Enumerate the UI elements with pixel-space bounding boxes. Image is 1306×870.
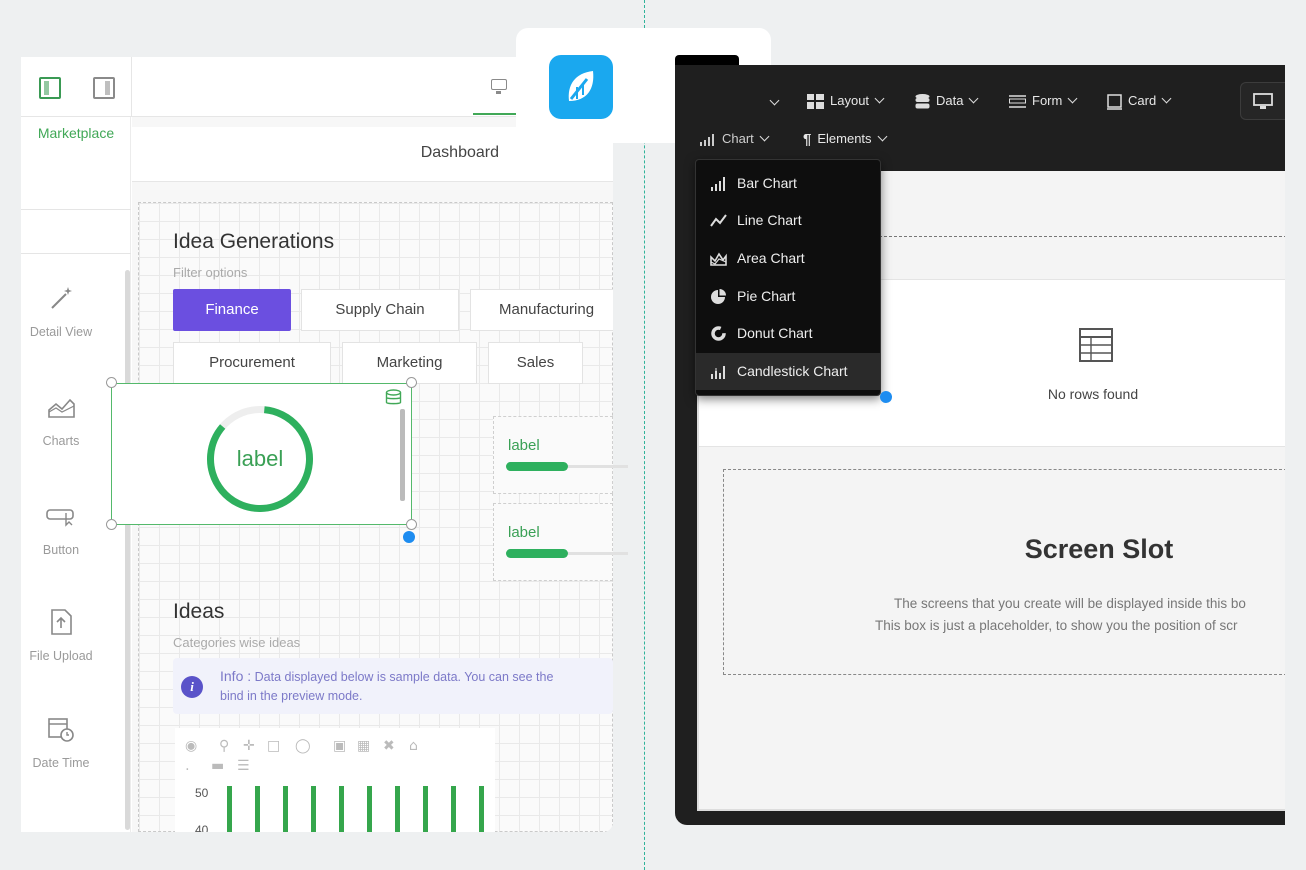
toolbar-card-menu[interactable]: Card bbox=[1107, 93, 1172, 110]
pilcrow-icon: ¶ bbox=[803, 131, 812, 149]
card-icon bbox=[1107, 93, 1122, 110]
menu-item-label: Donut Chart bbox=[737, 325, 813, 341]
chart-bar bbox=[423, 786, 428, 832]
menu-item-label: Candlestick Chart bbox=[737, 363, 848, 379]
menu-item-pie-chart[interactable]: Pie Chart bbox=[696, 278, 880, 315]
line-chart-icon bbox=[710, 214, 727, 227]
chart-bar bbox=[227, 786, 232, 832]
screen-slot-title: Screen Slot bbox=[1024, 534, 1174, 564]
menu-item-label: Line Chart bbox=[737, 212, 802, 228]
lasso-icon[interactable]: ◯ bbox=[295, 738, 311, 754]
menu-item-donut-chart[interactable]: Donut Chart bbox=[696, 315, 880, 352]
area-chart-icon bbox=[710, 252, 727, 266]
menu-item-candlestick-chart[interactable]: Candlestick Chart bbox=[696, 353, 880, 390]
drag-handle[interactable] bbox=[880, 391, 892, 403]
table-icon bbox=[1079, 328, 1113, 362]
chevron-down-icon bbox=[759, 131, 770, 142]
menu-item-line-chart[interactable]: Line Chart bbox=[696, 202, 880, 239]
zoom-out-icon[interactable]: ▦ bbox=[357, 738, 370, 754]
leaf-logo-icon bbox=[568, 71, 594, 101]
menu-item-label: Pie Chart bbox=[737, 288, 796, 304]
camera-icon[interactable]: ◉ bbox=[185, 738, 197, 754]
layout-grid-icon bbox=[807, 94, 824, 110]
toolbar-label: Form bbox=[1032, 93, 1063, 108]
bar-chart: ◉ ⚲ ✛ □ ◯ ▣ ▦ ✖ ⌂ ․ ▬ ☰ 50 40 bbox=[175, 728, 495, 832]
chevron-down-icon bbox=[969, 93, 979, 104]
chevron-down-icon bbox=[1067, 93, 1078, 104]
spike-icon[interactable]: ․ bbox=[185, 758, 190, 774]
chart-bar bbox=[283, 786, 288, 832]
menu-item-label: Bar Chart bbox=[737, 175, 797, 191]
monitor-icon bbox=[1253, 93, 1273, 109]
chart-bar bbox=[311, 786, 316, 832]
bar-chart-icon bbox=[700, 134, 714, 147]
toolbar-chart-menu[interactable]: Chart bbox=[699, 131, 770, 147]
toolbar-label: Data bbox=[936, 93, 964, 108]
home-icon[interactable]: ⌂ bbox=[409, 738, 418, 754]
box-select-icon[interactable]: □ bbox=[267, 738, 280, 754]
chart-bar bbox=[339, 786, 344, 832]
form-lines-icon bbox=[1009, 95, 1026, 108]
menu-item-label: Area Chart bbox=[737, 250, 805, 266]
menu-item-bar-chart[interactable]: Bar Chart bbox=[696, 165, 880, 202]
toolbar-label: Card bbox=[1128, 93, 1157, 108]
chart-bar bbox=[367, 786, 372, 832]
pie-chart-icon bbox=[711, 289, 726, 304]
chevron-down-icon bbox=[874, 93, 885, 104]
chart-bar bbox=[395, 786, 400, 832]
database-icon bbox=[915, 94, 930, 109]
desktop-preview-button[interactable] bbox=[1240, 82, 1285, 120]
first-brand-logo bbox=[549, 55, 613, 119]
zoom-in-icon[interactable]: ▣ bbox=[333, 738, 346, 754]
toolbar-layout-menu[interactable]: Layout bbox=[807, 93, 885, 110]
pan-icon[interactable]: ✛ bbox=[243, 738, 255, 754]
toolbar-label: Layout bbox=[830, 93, 870, 108]
chart-bar bbox=[255, 786, 260, 832]
chevron-down-icon[interactable] bbox=[769, 95, 780, 106]
y-tick-label: 40 bbox=[195, 823, 209, 832]
toolbar-label: Chart bbox=[722, 131, 754, 146]
chart-bar bbox=[451, 786, 456, 832]
chart-bar bbox=[479, 786, 484, 832]
screen-slot-line: The screens that you create will be disp… bbox=[894, 596, 1246, 611]
y-tick-label: 50 bbox=[195, 786, 209, 800]
chart-dropdown-menu: Bar Chart Line Chart Area Chart Pie Char… bbox=[695, 159, 881, 396]
bar-chart-icon bbox=[711, 177, 725, 191]
hover-compare-icon[interactable]: ☰ bbox=[237, 758, 250, 774]
screen-slot: Screen Slot The screens that you create … bbox=[723, 469, 1285, 675]
donut-chart-icon bbox=[711, 326, 726, 341]
toolbar-elements-menu[interactable]: ¶ Elements bbox=[803, 131, 887, 149]
chevron-down-icon bbox=[877, 131, 887, 142]
zoom-icon[interactable]: ⚲ bbox=[219, 738, 229, 754]
hover-closest-icon[interactable]: ▬ bbox=[211, 758, 224, 774]
toolbar-label: Elements bbox=[817, 131, 872, 146]
candlestick-chart-icon bbox=[711, 366, 725, 379]
toolbar-data-menu[interactable]: Data bbox=[915, 93, 979, 109]
chevron-down-icon bbox=[1161, 93, 1172, 104]
screen-slot-line: This box is just a placeholder, to show … bbox=[875, 618, 1238, 633]
autoscale-icon[interactable]: ✖ bbox=[383, 738, 395, 754]
menu-item-area-chart[interactable]: Area Chart bbox=[696, 240, 880, 277]
toolbar-form-menu[interactable]: Form bbox=[1009, 93, 1078, 109]
